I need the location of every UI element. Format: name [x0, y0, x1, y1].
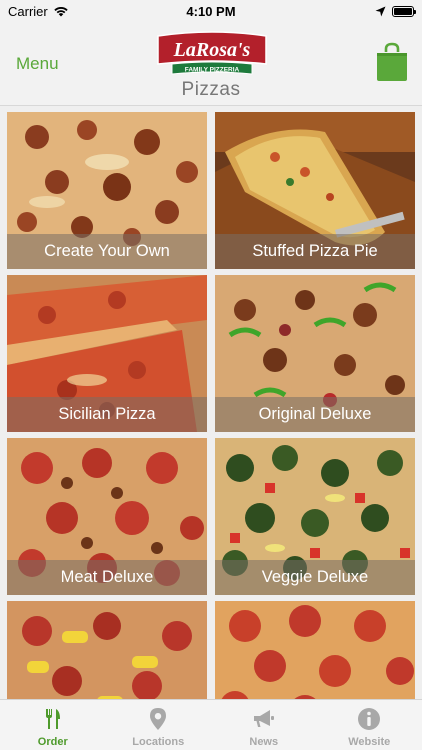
- tile-pizza-7[interactable]: [7, 601, 207, 699]
- tile-stuffed-pizza-pie[interactable]: Stuffed Pizza Pie: [215, 112, 415, 269]
- pizza-photo: [7, 601, 207, 699]
- tab-bar: Order Locations News Website: [0, 699, 422, 750]
- battery-icon: [392, 5, 416, 17]
- page-title: Pizzas: [181, 79, 241, 100]
- tab-label: Order: [37, 736, 68, 748]
- pizza-grid: Create Your Own Stuffed Pizza Pie Sicili…: [0, 111, 422, 699]
- menu-button[interactable]: Menu: [16, 54, 59, 74]
- shopping-bag-icon[interactable]: [375, 42, 409, 82]
- tile-veggie-deluxe[interactable]: Veggie Deluxe: [215, 438, 415, 595]
- tab-label: Website: [348, 736, 391, 748]
- tab-label: Locations: [132, 736, 185, 748]
- tab-locations[interactable]: Locations: [106, 700, 212, 750]
- tile-label: Original Deluxe: [215, 397, 415, 432]
- carrier-label: Carrier: [8, 3, 48, 19]
- wifi-icon: [54, 6, 68, 17]
- tile-label: Veggie Deluxe: [215, 560, 415, 595]
- pizza-photo: [215, 601, 415, 699]
- location-pin-icon: [150, 708, 167, 730]
- fork-knife-icon: [45, 709, 60, 729]
- tile-label: Create Your Own: [7, 234, 207, 269]
- tile-original-deluxe[interactable]: Original Deluxe: [215, 275, 415, 432]
- tile-label: Meat Deluxe: [7, 560, 207, 595]
- logo-text: LaRosa's: [173, 39, 251, 61]
- app-screen: Carrier 4:10 PM Menu LaRosa's FAMILY PIZ…: [0, 0, 422, 750]
- megaphone-icon: [253, 710, 274, 727]
- tile-create-your-own[interactable]: Create Your Own: [7, 112, 207, 269]
- tile-sicilian-pizza[interactable]: Sicilian Pizza: [7, 275, 207, 432]
- tile-label: Sicilian Pizza: [7, 397, 207, 432]
- tab-label: News: [249, 736, 279, 748]
- tile-label: Stuffed Pizza Pie: [215, 234, 415, 269]
- logo-subtext: FAMILY PIZZERIA: [185, 67, 240, 74]
- tab-news[interactable]: News: [211, 700, 317, 750]
- tile-pizza-8[interactable]: [215, 601, 415, 699]
- status-bar: Carrier 4:10 PM: [0, 0, 422, 22]
- info-icon: [358, 708, 381, 730]
- larosas-logo: LaRosa's FAMILY PIZZERIA: [157, 31, 267, 75]
- nav-header: Menu LaRosa's FAMILY PIZZERIA Pizzas: [0, 22, 422, 106]
- location-arrow-icon: [375, 6, 386, 16]
- tile-meat-deluxe[interactable]: Meat Deluxe: [7, 438, 207, 595]
- tab-website[interactable]: Website: [317, 700, 422, 750]
- tab-order[interactable]: Order: [0, 700, 106, 750]
